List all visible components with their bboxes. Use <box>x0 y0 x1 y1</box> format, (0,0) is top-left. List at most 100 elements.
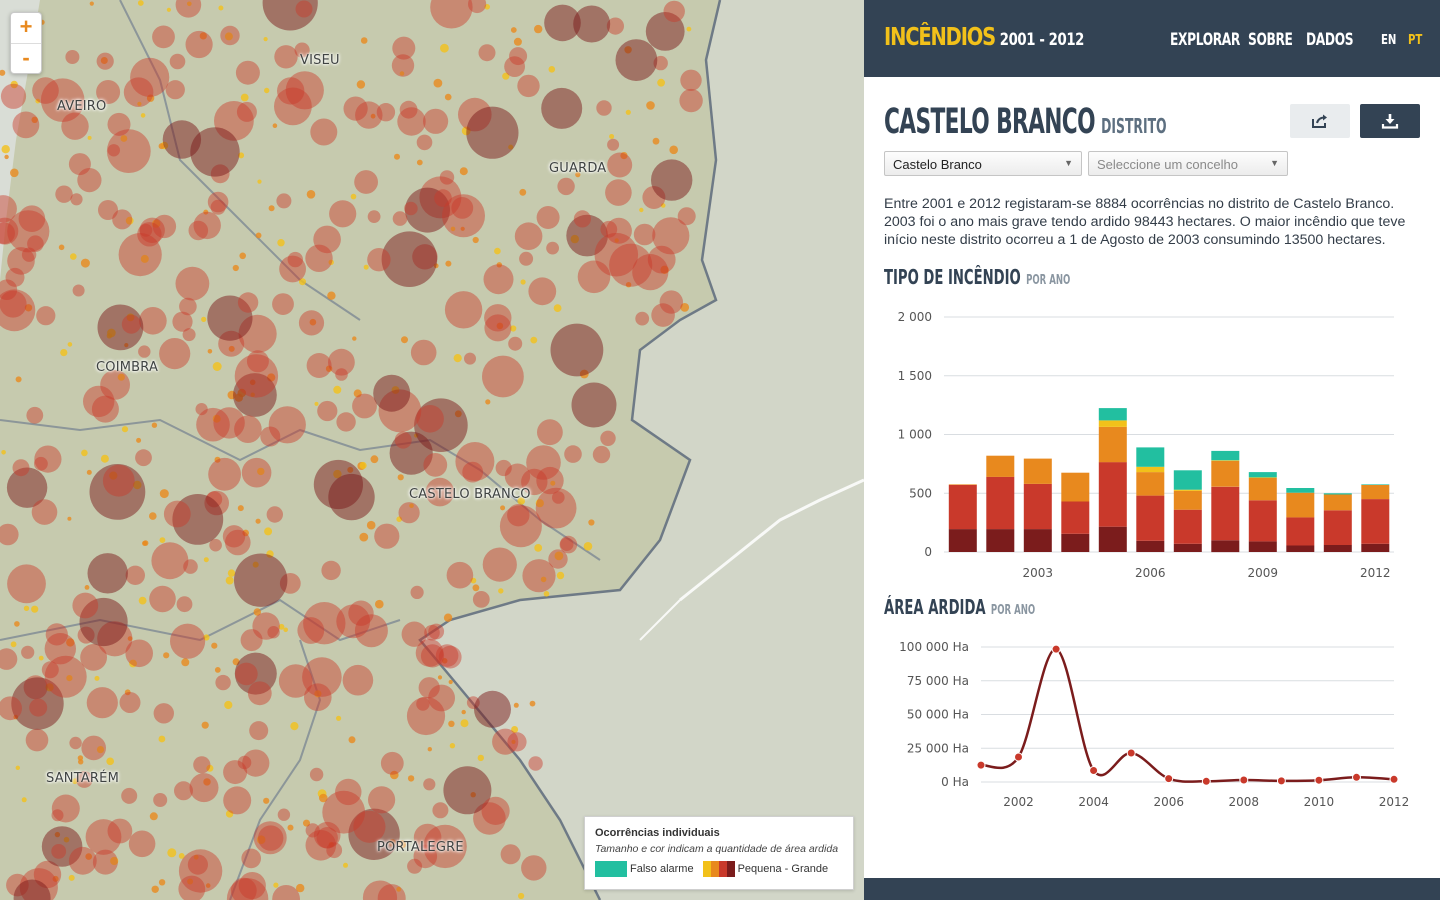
occurrence-marker[interactable] <box>546 241 559 255</box>
occurrence-marker[interactable] <box>149 585 176 613</box>
occurrence-marker[interactable] <box>333 385 342 394</box>
occurrence-marker[interactable] <box>444 93 452 101</box>
occurrence-marker[interactable] <box>407 858 423 874</box>
occurrence-marker[interactable] <box>218 5 224 11</box>
occurrence-marker[interactable] <box>195 403 208 416</box>
occurrence-marker[interactable] <box>77 168 102 193</box>
bar-segment[interactable] <box>1323 510 1352 545</box>
occurrence-marker[interactable] <box>513 37 522 46</box>
share-button[interactable] <box>1290 104 1350 138</box>
occurrence-marker[interactable] <box>125 565 145 585</box>
occurrence-marker[interactable] <box>504 56 525 77</box>
occurrence-marker[interactable] <box>151 542 189 580</box>
occurrence-marker[interactable] <box>461 709 466 715</box>
occurrence-marker[interactable] <box>304 683 332 711</box>
data-point[interactable] <box>1352 772 1361 782</box>
zoom-in-button[interactable]: + <box>11 13 41 43</box>
bar-segment[interactable] <box>1136 540 1165 552</box>
nav-explorar[interactable]: EXPLORAR <box>1170 30 1240 50</box>
occurrence-marker[interactable] <box>172 311 193 332</box>
occurrence-marker[interactable] <box>544 4 581 42</box>
occurrence-marker[interactable] <box>328 473 375 521</box>
occurrence-marker[interactable] <box>44 655 87 698</box>
occurrence-marker[interactable] <box>373 374 411 412</box>
occurrence-marker[interactable] <box>537 419 563 446</box>
data-point[interactable] <box>1126 748 1136 758</box>
occurrence-marker[interactable] <box>391 54 415 77</box>
bar-segment[interactable] <box>1173 490 1202 510</box>
occurrence-marker[interactable] <box>309 767 324 782</box>
bar-segment[interactable] <box>1136 472 1165 496</box>
bar-segment[interactable] <box>1211 540 1240 553</box>
occurrence-marker[interactable] <box>663 0 685 23</box>
occurrence-marker[interactable] <box>175 266 210 301</box>
occurrence-marker[interactable] <box>267 626 280 639</box>
occurrence-marker[interactable] <box>363 264 369 270</box>
occurrence-marker[interactable] <box>686 26 692 32</box>
bar-segment[interactable] <box>1323 544 1352 552</box>
occurrence-marker[interactable] <box>394 153 400 160</box>
occurrence-marker[interactable] <box>484 314 512 342</box>
occurrence-marker[interactable] <box>507 504 530 527</box>
occurrence-marker[interactable] <box>407 775 415 782</box>
data-point[interactable] <box>1201 776 1211 786</box>
occurrence-marker[interactable] <box>397 474 404 481</box>
occurrence-marker[interactable] <box>485 399 491 405</box>
occurrence-marker[interactable] <box>600 220 618 238</box>
occurrence-marker[interactable] <box>343 862 348 868</box>
bar-segment[interactable] <box>948 484 977 485</box>
occurrence-marker[interactable] <box>423 453 448 477</box>
occurrence-marker[interactable] <box>151 422 158 428</box>
occurrence-marker[interactable] <box>459 167 468 176</box>
occurrence-marker[interactable] <box>448 679 453 685</box>
bar-segment[interactable] <box>1248 500 1277 542</box>
occurrence-marker[interactable] <box>607 152 633 178</box>
occurrence-marker[interactable] <box>139 223 153 237</box>
occurrence-marker[interactable] <box>249 721 269 741</box>
occurrence-marker[interactable] <box>472 236 479 244</box>
bar-segment[interactable] <box>1248 541 1277 552</box>
occurrence-marker[interactable] <box>130 57 170 97</box>
occurrence-marker[interactable] <box>359 461 367 470</box>
occurrence-marker[interactable] <box>241 848 261 869</box>
occurrence-marker[interactable] <box>287 824 294 831</box>
occurrence-marker[interactable] <box>306 190 316 199</box>
occurrence-marker[interactable] <box>0 290 27 318</box>
occurrence-marker[interactable] <box>12 111 40 139</box>
bar-segment[interactable] <box>1098 462 1127 527</box>
occurrence-marker[interactable] <box>536 206 560 229</box>
bar-segment[interactable] <box>1173 543 1202 552</box>
occurrence-marker[interactable] <box>5 267 25 287</box>
occurrence-marker[interactable] <box>360 37 368 44</box>
occurrence-marker[interactable] <box>81 735 106 761</box>
occurrence-marker[interactable] <box>31 605 39 613</box>
occurrence-marker[interactable] <box>548 66 556 73</box>
occurrence-marker[interactable] <box>80 258 90 268</box>
occurrence-marker[interactable] <box>534 544 543 552</box>
occurrence-marker[interactable] <box>68 846 97 875</box>
zoom-out-button[interactable]: - <box>11 43 41 73</box>
occurrence-marker[interactable] <box>223 786 252 815</box>
occurrence-marker[interactable] <box>167 848 177 858</box>
occurrence-marker[interactable] <box>352 336 357 341</box>
bar-segment[interactable] <box>1248 477 1277 478</box>
occurrence-marker[interactable] <box>298 310 325 336</box>
occurrence-marker[interactable] <box>51 809 64 822</box>
nav-dados[interactable]: DADOS <box>1306 30 1354 50</box>
bar-segment[interactable] <box>1098 408 1127 421</box>
occurrence-marker[interactable] <box>423 778 436 791</box>
occurrence-marker[interactable] <box>87 135 92 140</box>
occurrence-marker[interactable] <box>543 591 550 597</box>
occurrence-marker[interactable] <box>86 687 118 719</box>
occurrence-marker[interactable] <box>514 222 543 250</box>
occurrence-marker[interactable] <box>556 571 565 580</box>
download-button[interactable] <box>1360 104 1420 138</box>
occurrence-marker[interactable] <box>367 210 381 224</box>
occurrence-marker[interactable] <box>234 354 279 398</box>
bar-segment[interactable] <box>1286 545 1315 553</box>
occurrence-marker[interactable] <box>58 244 65 251</box>
occurrence-marker[interactable] <box>18 205 46 232</box>
occurrence-marker[interactable] <box>34 445 62 473</box>
occurrence-marker[interactable] <box>227 569 236 577</box>
occurrence-marker[interactable] <box>432 802 449 819</box>
